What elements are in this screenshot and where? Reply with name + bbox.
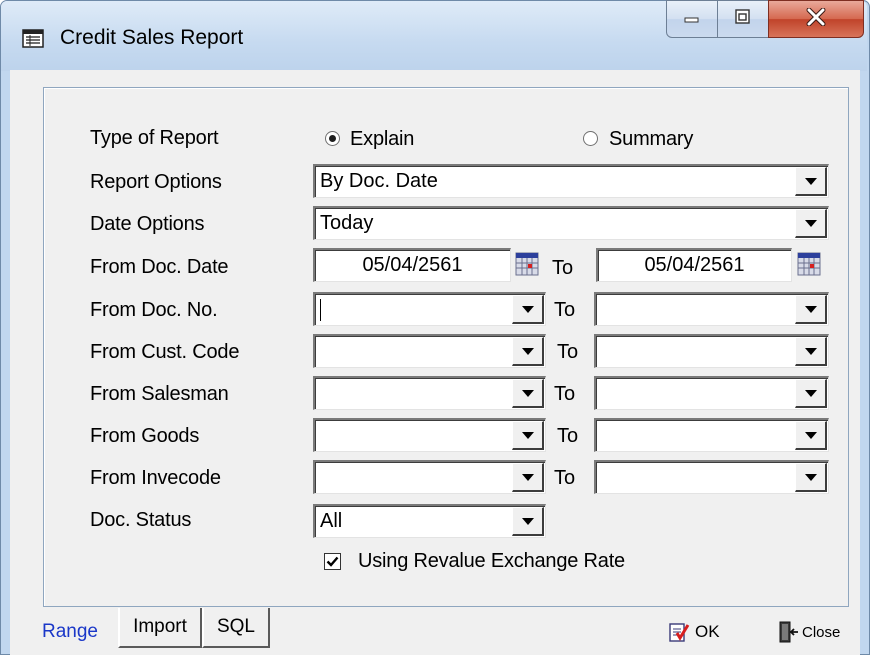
checkmark-icon: [326, 556, 339, 567]
date-options-value: Today: [320, 212, 374, 234]
to-cust-code-select[interactable]: [594, 334, 829, 368]
from-goods-select[interactable]: [313, 418, 546, 452]
chevron-down-icon: [804, 219, 817, 227]
from-doc-no-label: From Doc. No.: [90, 299, 218, 321]
from-doc-no-dropdown-button[interactable]: [512, 295, 544, 324]
doc-status-label: Doc. Status: [90, 509, 192, 531]
from-doc-date-field[interactable]: 05/04/2561: [313, 248, 511, 282]
window-close-button[interactable]: [768, 0, 864, 38]
from-doc-no-select[interactable]: [313, 292, 546, 326]
to-doc-no-select[interactable]: [594, 292, 829, 326]
date-options-select[interactable]: Today: [313, 206, 829, 240]
ok-button[interactable]: OK: [668, 616, 720, 648]
doc-no-to-label: To: [554, 299, 576, 321]
type-of-report-label: Type of Report: [90, 127, 219, 149]
chevron-down-icon: [521, 431, 534, 439]
doc-status-select[interactable]: All: [313, 504, 546, 538]
report-options-label: Report Options: [90, 171, 222, 193]
calendar-icon[interactable]: [515, 252, 539, 276]
close-button[interactable]: Close: [778, 616, 840, 648]
ok-icon: [668, 621, 690, 643]
chevron-down-icon: [521, 517, 534, 525]
from-invecode-dropdown-button[interactable]: [512, 463, 544, 492]
close-icon: [805, 7, 827, 31]
calendar-icon[interactable]: [797, 252, 821, 276]
doc-status-value: All: [320, 510, 343, 532]
date-options-label: Date Options: [90, 213, 205, 235]
invecode-to-label: To: [554, 467, 576, 489]
from-cust-code-dropdown-button[interactable]: [512, 337, 544, 366]
chevron-down-icon: [521, 305, 534, 313]
to-doc-no-dropdown-button[interactable]: [795, 295, 827, 324]
report-options-value: By Doc. Date: [320, 170, 438, 192]
from-goods-label: From Goods: [90, 425, 200, 447]
minimize-button[interactable]: [666, 0, 718, 38]
doc-date-to-label: To: [552, 257, 574, 279]
to-invecode-select[interactable]: [594, 460, 829, 494]
report-options-dropdown-button[interactable]: [795, 167, 827, 196]
ok-button-label: OK: [695, 622, 720, 641]
chevron-down-icon: [804, 177, 817, 185]
window-title: Credit Sales Report: [60, 26, 244, 49]
chevron-down-icon: [521, 347, 534, 355]
from-salesman-label: From Salesman: [90, 383, 229, 405]
maximize-button[interactable]: [717, 0, 769, 38]
from-cust-code-label: From Cust. Code: [90, 341, 240, 363]
close-button-label: Close: [802, 623, 841, 641]
to-goods-select[interactable]: [594, 418, 829, 452]
explain-radio-label[interactable]: Explain: [350, 128, 414, 151]
to-doc-date-field[interactable]: 05/04/2561: [596, 248, 792, 282]
to-salesman-select[interactable]: [594, 376, 829, 410]
to-cust-code-dropdown-button[interactable]: [795, 337, 827, 366]
from-cust-code-select[interactable]: [313, 334, 546, 368]
revalue-checkbox-label[interactable]: Using Revalue Exchange Rate: [358, 550, 625, 573]
revalue-checkbox[interactable]: [324, 553, 341, 570]
tab-sql[interactable]: SQL: [202, 608, 270, 648]
from-salesman-dropdown-button[interactable]: [512, 379, 544, 408]
to-goods-dropdown-button[interactable]: [795, 421, 827, 450]
maximize-icon: [734, 8, 752, 30]
chevron-down-icon: [804, 305, 817, 313]
report-icon: [22, 28, 44, 48]
chevron-down-icon: [804, 431, 817, 439]
summary-radio-label[interactable]: Summary: [609, 128, 693, 151]
from-salesman-select[interactable]: [313, 376, 546, 410]
from-goods-dropdown-button[interactable]: [512, 421, 544, 450]
tab-range[interactable]: Range: [22, 612, 118, 652]
to-salesman-dropdown-button[interactable]: [795, 379, 827, 408]
chevron-down-icon: [521, 473, 534, 481]
doc-status-dropdown-button[interactable]: [512, 507, 544, 536]
chevron-down-icon: [521, 389, 534, 397]
explain-radio[interactable]: [325, 131, 340, 146]
goods-to-label: To: [557, 425, 579, 447]
from-invecode-label: From Invecode: [90, 467, 221, 489]
cust-code-to-label: To: [557, 341, 579, 363]
report-options-select[interactable]: By Doc. Date: [313, 164, 829, 198]
to-invecode-dropdown-button[interactable]: [795, 463, 827, 492]
from-invecode-select[interactable]: [313, 460, 546, 494]
chevron-down-icon: [804, 347, 817, 355]
summary-radio[interactable]: [583, 131, 598, 146]
date-options-dropdown-button[interactable]: [795, 209, 827, 238]
from-doc-date-label: From Doc. Date: [90, 256, 229, 278]
salesman-to-label: To: [554, 383, 576, 405]
chevron-down-icon: [804, 389, 817, 397]
chevron-down-icon: [804, 473, 817, 481]
text-cursor: [320, 299, 321, 321]
minimize-icon: [683, 10, 701, 29]
exit-door-icon: [778, 620, 800, 644]
tab-import[interactable]: Import: [118, 608, 202, 648]
